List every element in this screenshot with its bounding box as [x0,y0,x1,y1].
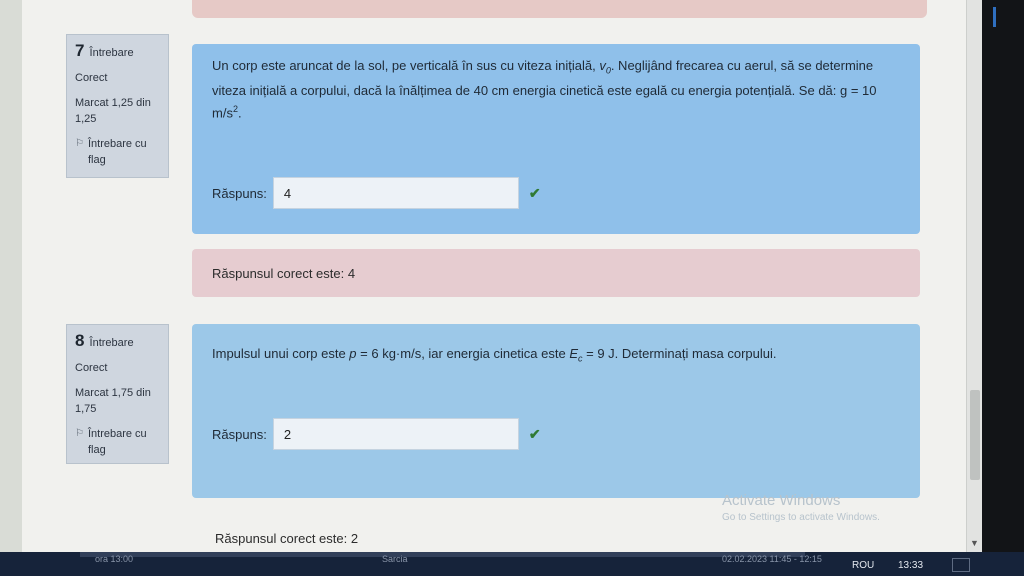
background-text-right: 02.02.2023 11:45 - 12:15 [722,554,822,564]
watermark-title: Activate Windows [722,492,841,509]
vertical-scrollbar[interactable]: ▼ [966,0,983,552]
background-text-left: ora 13:00 [95,554,134,564]
question-8-content: Impulsul unui corp este p = 6 kg·m/s, ia… [192,324,920,498]
checkmark-icon: ✔ [528,184,541,201]
taskbar-clock[interactable]: 13:33 [898,560,923,571]
scroll-thumb[interactable] [970,390,980,480]
correct-answer-text: Răspunsul corect este: 2 [215,531,359,546]
quiz-review-page: 7 Întrebare Corect Marcat 1,25 din 1,25 … [22,0,972,552]
question-number: 7 [75,41,85,60]
question-word: Întrebare [89,337,134,349]
question-8-info: 8 Întrebare Corect Marcat 1,75 din 1,75 … [66,324,169,464]
monitor-indicator [993,7,996,27]
flag-question-link[interactable]: ⚐ Întrebare cu flag [75,136,160,168]
taskbar: ora 13:00 Sarcia 02.02.2023 11:45 - 12:1… [0,552,1024,576]
question-text: Impulsul unui corp este p = 6 kg·m/s, ia… [212,346,777,364]
answer-row: Răspuns: 4 ✔ [212,177,541,209]
question-status: Corect [75,72,108,84]
flag-label: Întrebare cu flag [87,428,147,456]
monitor-bezel [982,0,1024,576]
question-status: Corect [75,362,108,374]
correct-answer-feedback: Răspunsul corect este: 4 [192,249,920,297]
language-indicator[interactable]: ROU [852,560,874,571]
question-7-content: Un corp este aruncat de la sol, pe verti… [192,44,920,234]
answer-row: Răspuns: 2 ✔ [212,418,541,450]
correct-answer-text: Răspunsul corect este: 4 [212,265,356,281]
watermark-subtitle: Go to Settings to activate Windows. [722,512,880,523]
question-mark: Marcat 1,75 din 1,75 [75,387,151,415]
question-7-info: 7 Întrebare Corect Marcat 1,25 din 1,25 … [66,34,169,178]
scroll-down-arrow-icon[interactable]: ▼ [970,538,979,548]
answer-label: Răspuns: [212,185,267,201]
flag-icon: ⚐ [75,138,84,149]
question-word: Întrebare [89,47,134,59]
question-text: Un corp este aruncat de la sol, pe verti… [212,58,877,120]
previous-feedback-box [192,0,927,18]
background-window-strip [80,552,805,557]
flag-question-link[interactable]: ⚐ Întrebare cu flag [75,426,160,458]
activate-windows-watermark: Activate Windows Go to Settings to activ… [722,492,880,523]
flag-icon: ⚐ [75,428,84,439]
background-text-mid: Sarcia [382,554,408,564]
question-mark: Marcat 1,25 din 1,25 [75,97,151,125]
flag-label: Întrebare cu flag [87,138,147,166]
notification-icon[interactable] [952,558,970,572]
question-number: 8 [75,331,85,350]
checkmark-icon: ✔ [528,425,541,442]
answer-input[interactable]: 2 [272,418,519,450]
answer-label: Răspuns: [212,426,267,442]
answer-input[interactable]: 4 [272,177,519,209]
